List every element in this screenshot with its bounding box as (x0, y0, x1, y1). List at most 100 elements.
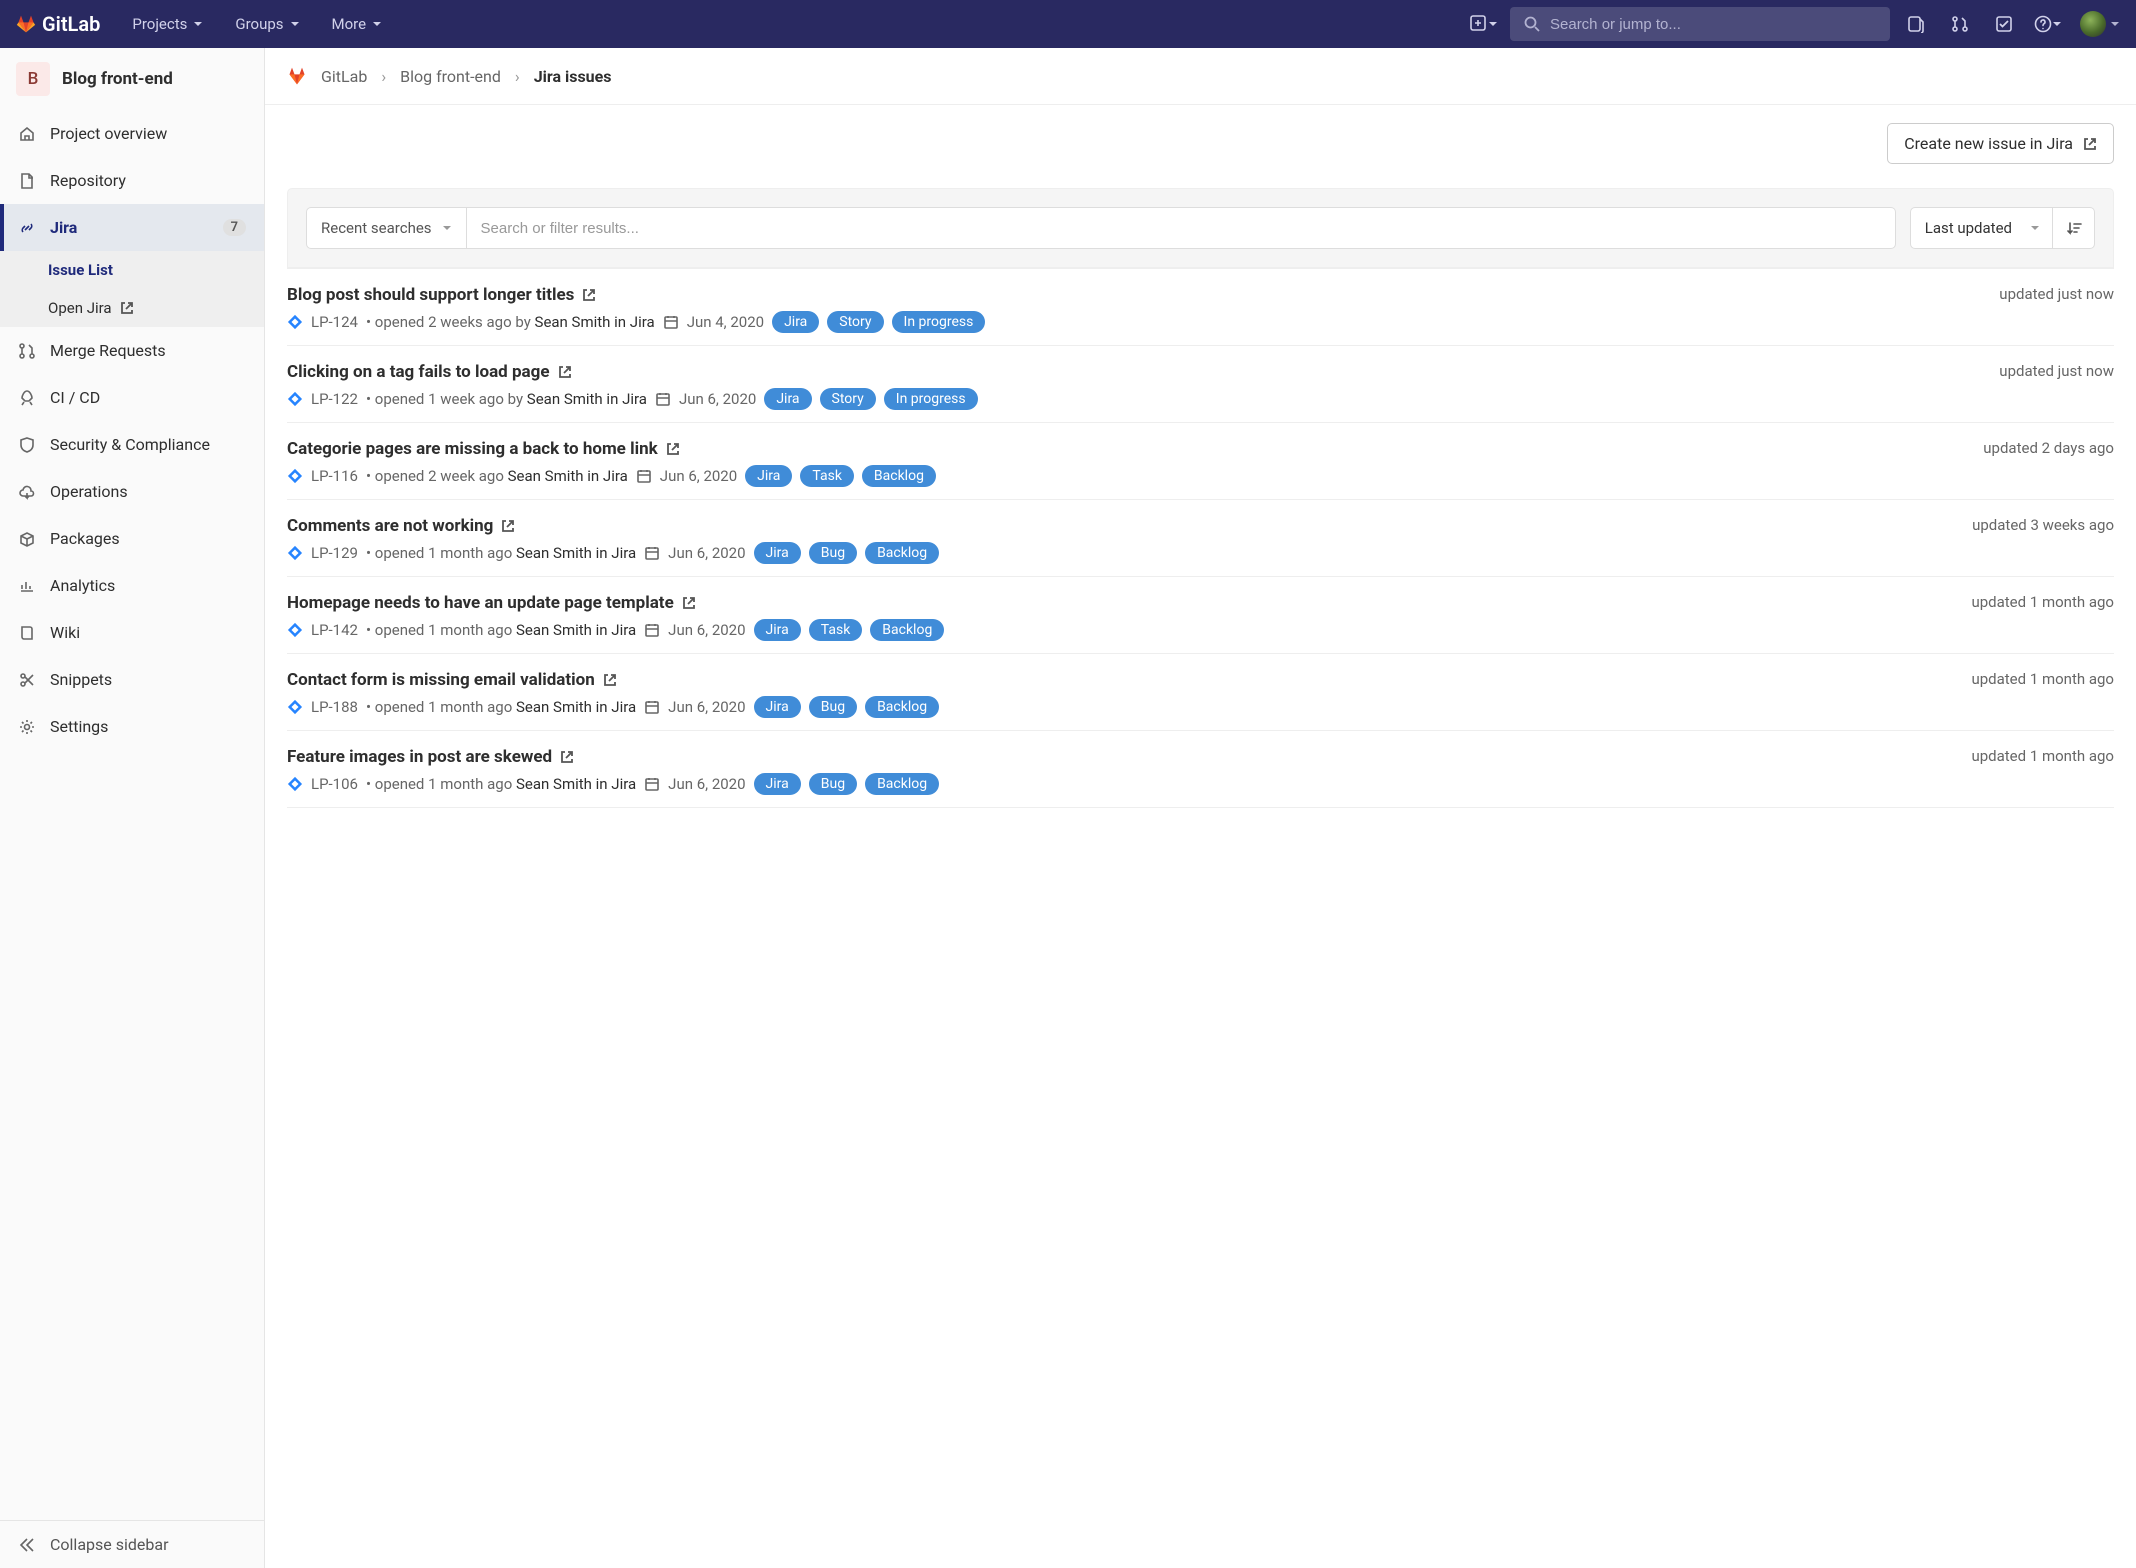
external-link-icon (2083, 137, 2097, 151)
sidebar-item-packages[interactable]: Packages (0, 515, 264, 562)
issue-tag[interactable]: Jira (745, 465, 792, 487)
issue-opened-text: • opened 1 month ago Sean Smith in Jira (366, 621, 636, 639)
issue-key[interactable]: LP-142 (311, 621, 358, 639)
external-link-icon (501, 519, 515, 533)
issue-title-link[interactable]: Feature images in post are skewed (287, 747, 1971, 767)
issues-shortcut[interactable] (1898, 0, 1934, 48)
collapse-sidebar[interactable]: Collapse sidebar (0, 1520, 264, 1568)
sidebar-item-operations[interactable]: Operations (0, 468, 264, 515)
issue-tag[interactable]: In progress (884, 388, 978, 410)
nav-more[interactable]: More (320, 0, 395, 48)
sidebar-item-ci-cd[interactable]: CI / CD (0, 374, 264, 421)
issue-title-link[interactable]: Clicking on a tag fails to load page (287, 362, 1999, 382)
sidebar-item-snippets[interactable]: Snippets (0, 656, 264, 703)
issue-updated-text: updated 1 month ago (1971, 670, 2114, 688)
issue-title-link[interactable]: Blog post should support longer titles (287, 285, 1999, 305)
issue-tag[interactable]: Jira (754, 619, 801, 641)
issue-date: Jun 6, 2020 (668, 621, 745, 639)
issue-title-link[interactable]: Comments are not working (287, 516, 1972, 536)
todos-shortcut[interactable] (1986, 0, 2022, 48)
jira-issue-icon (287, 622, 303, 638)
sidebar-item-merge-requests[interactable]: Merge Requests (0, 327, 264, 374)
project-header[interactable]: B Blog front-end (0, 48, 264, 110)
sidebar-subitem-open-jira[interactable]: Open Jira (0, 289, 264, 327)
sidebar-item-project-overview[interactable]: Project overview (0, 110, 264, 157)
sidebar-item-security-compliance[interactable]: Security & Compliance (0, 421, 264, 468)
issue-key[interactable]: LP-122 (311, 390, 358, 408)
issue-tag[interactable]: Jira (754, 542, 801, 564)
issue-tag[interactable]: Backlog (865, 773, 939, 795)
issue-tag[interactable]: Task (800, 465, 854, 487)
issue-key[interactable]: LP-124 (311, 313, 358, 331)
calendar-icon (644, 622, 660, 638)
calendar-icon (636, 468, 652, 484)
global-search-input[interactable] (1550, 16, 1876, 33)
issue-tag[interactable]: Jira (772, 311, 819, 333)
sidebar-badge: 7 (223, 219, 246, 236)
issue-updated-text: updated just now (1999, 285, 2114, 303)
issue-key[interactable]: LP-106 (311, 775, 358, 793)
issue-tag[interactable]: Jira (754, 696, 801, 718)
issue-tag[interactable]: Jira (754, 773, 801, 795)
crumb-root[interactable]: GitLab (321, 67, 367, 86)
issue-tag[interactable]: Bug (809, 542, 857, 564)
global-search[interactable] (1510, 7, 1890, 41)
create-jira-issue-button[interactable]: Create new issue in Jira (1887, 123, 2114, 164)
issue-tag[interactable]: Backlog (865, 542, 939, 564)
project-name: Blog front-end (62, 69, 173, 89)
issue-tag[interactable]: Bug (809, 696, 857, 718)
issue-filter-input[interactable] (467, 207, 1896, 249)
crumb-project[interactable]: Blog front-end (400, 67, 501, 86)
issue-updated-text: updated 1 month ago (1971, 593, 2114, 611)
calendar-icon (655, 391, 671, 407)
book-icon (18, 624, 36, 642)
issue-tag[interactable]: Story (820, 388, 876, 410)
issue-tag[interactable]: Bug (809, 773, 857, 795)
issue-tag[interactable]: Story (827, 311, 883, 333)
issue-title-text: Feature images in post are skewed (287, 747, 552, 767)
sort-dropdown[interactable]: Last updated (1910, 207, 2053, 249)
jira-issue-icon (287, 545, 303, 561)
sidebar-item-analytics[interactable]: Analytics (0, 562, 264, 609)
sidebar-item-label: Wiki (50, 623, 80, 642)
issue-title-link[interactable]: Categorie pages are missing a back to ho… (287, 439, 1983, 459)
plus-dropdown[interactable] (1466, 0, 1502, 48)
chart-icon (18, 577, 36, 595)
issue-key[interactable]: LP-116 (311, 467, 358, 485)
sidebar-subitem-issue-list[interactable]: Issue List (0, 251, 264, 289)
gitlab-logo[interactable]: GitLab (16, 12, 100, 36)
issue-tag[interactable]: Task (809, 619, 863, 641)
help-dropdown[interactable] (2030, 0, 2066, 48)
chevron-down-icon (442, 223, 452, 233)
issue-key[interactable]: LP-188 (311, 698, 358, 716)
issue-key[interactable]: LP-129 (311, 544, 358, 562)
user-menu[interactable] (2074, 11, 2120, 37)
issue-title-text: Categorie pages are missing a back to ho… (287, 439, 658, 459)
sidebar-item-jira[interactable]: Jira7 (0, 204, 264, 251)
nav-groups[interactable]: Groups (223, 0, 311, 48)
sidebar-item-repository[interactable]: Repository (0, 157, 264, 204)
sort-direction-button[interactable] (2053, 207, 2095, 249)
issue-title-text: Comments are not working (287, 516, 493, 536)
issue-tag[interactable]: Jira (764, 388, 811, 410)
sidebar-item-settings[interactable]: Settings (0, 703, 264, 750)
filter-bar: Recent searches Last updated (287, 188, 2114, 268)
issue-tag[interactable]: Backlog (862, 465, 936, 487)
project-avatar: B (16, 62, 50, 96)
file-icon (18, 172, 36, 190)
issue-row: Blog post should support longer titles L… (287, 268, 2114, 346)
jira-issue-icon (287, 468, 303, 484)
issue-tag[interactable]: Backlog (865, 696, 939, 718)
nav-projects[interactable]: Projects (120, 0, 215, 48)
issue-tag[interactable]: Backlog (870, 619, 944, 641)
issue-tag[interactable]: In progress (892, 311, 986, 333)
mr-shortcut[interactable] (1942, 0, 1978, 48)
issue-title-link[interactable]: Homepage needs to have an update page te… (287, 593, 1971, 613)
issue-title-text: Contact form is missing email validation (287, 670, 595, 690)
issue-title-link[interactable]: Contact form is missing email validation (287, 670, 1971, 690)
sidebar: B Blog front-end Project overviewReposit… (0, 48, 265, 1568)
recent-searches-dropdown[interactable]: Recent searches (306, 207, 467, 249)
chevron-down-icon (290, 19, 300, 29)
sidebar-item-wiki[interactable]: Wiki (0, 609, 264, 656)
collapse-label: Collapse sidebar (50, 1535, 168, 1554)
